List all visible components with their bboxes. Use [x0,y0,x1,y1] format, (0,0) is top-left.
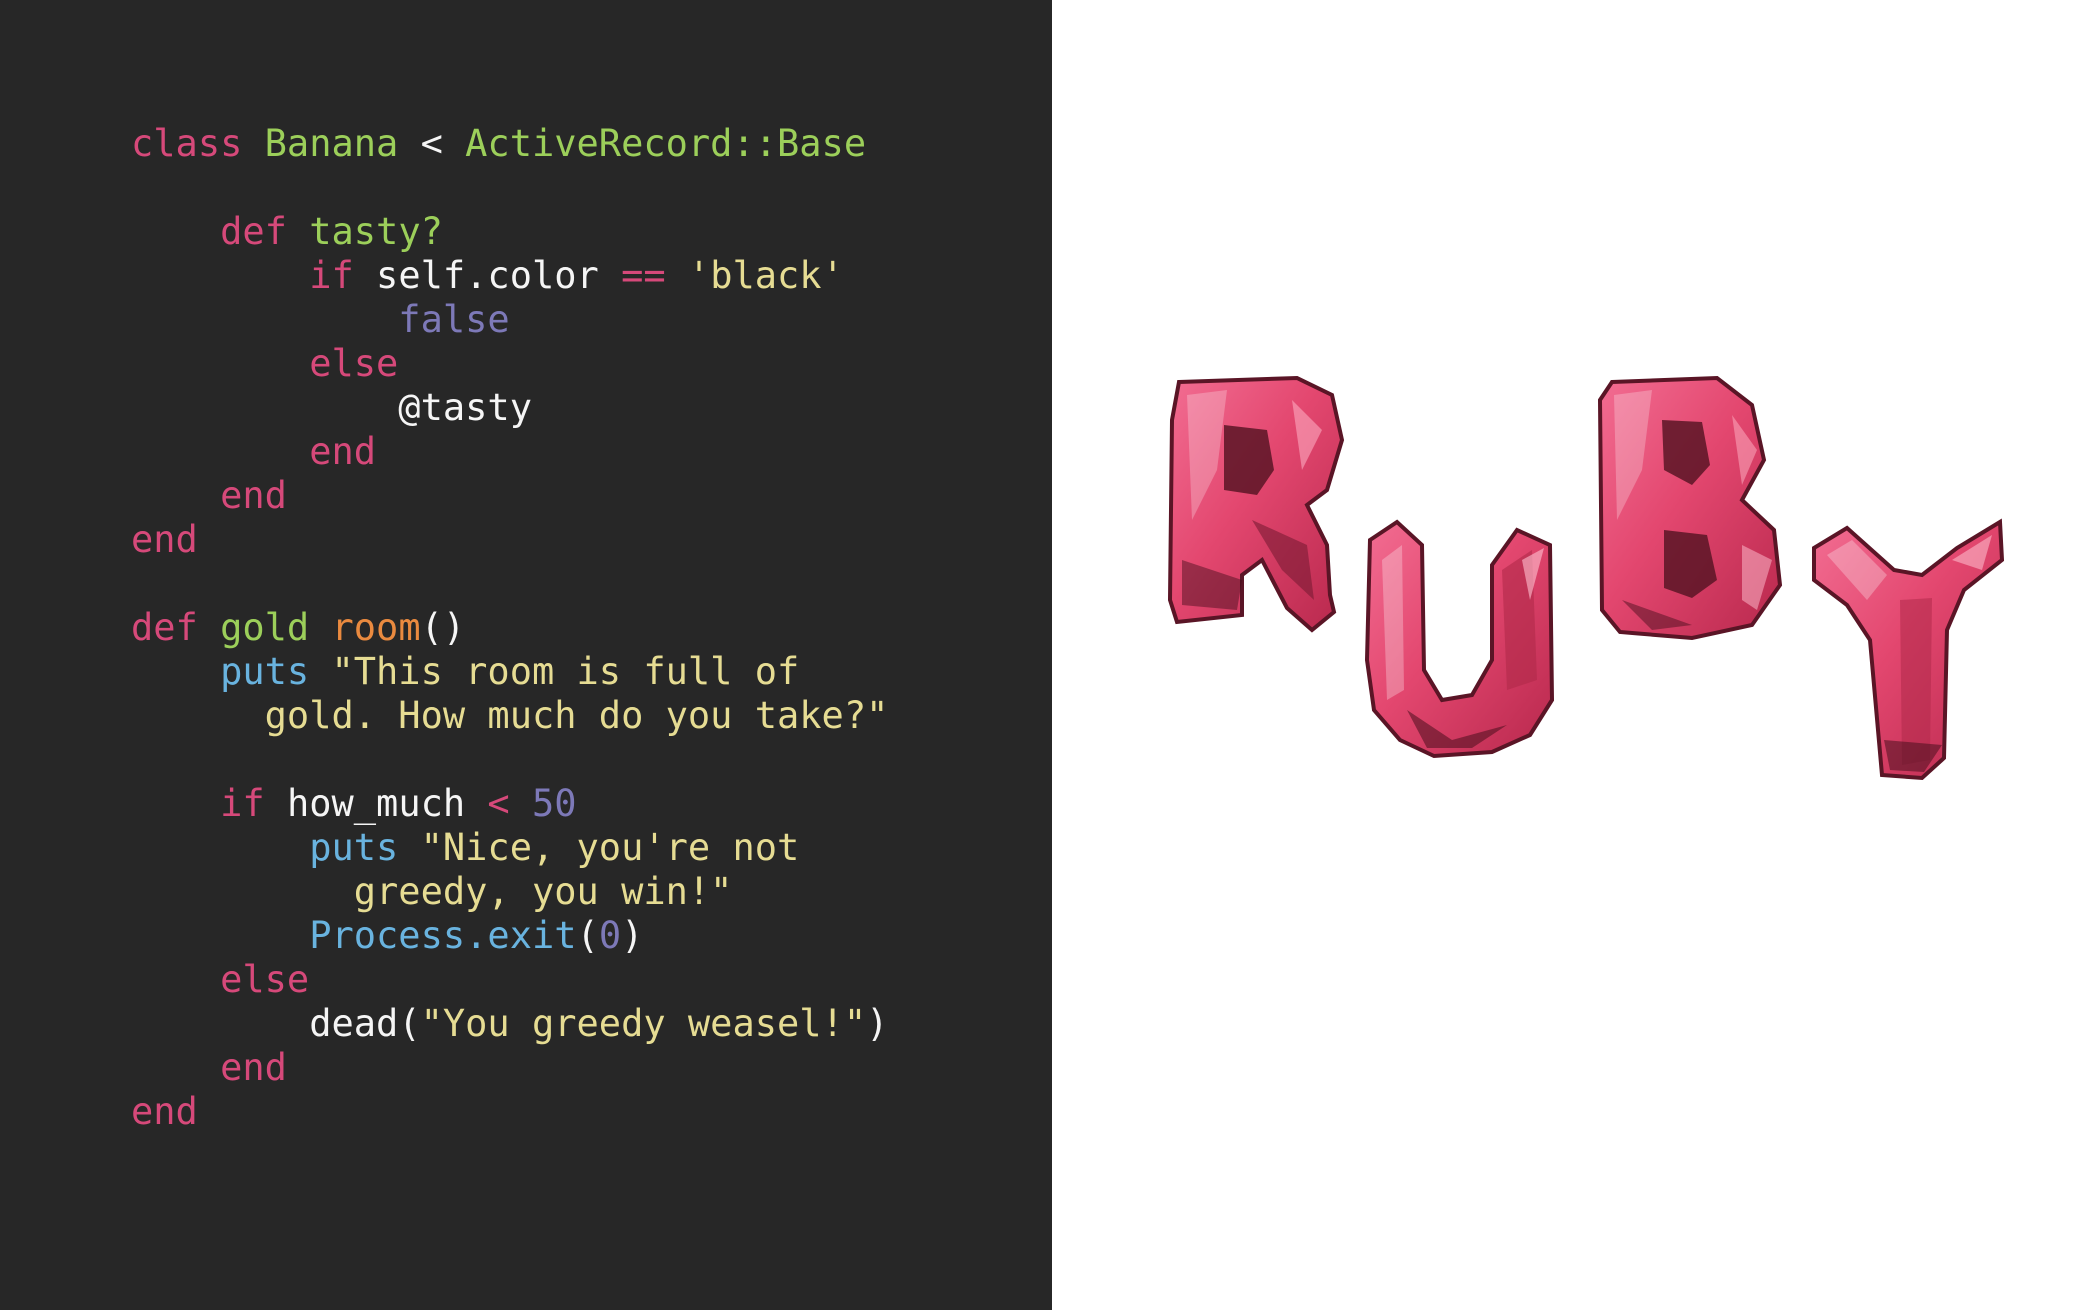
code-line: else [131,342,888,386]
code-token-string: 'black' [665,254,844,297]
code-token-string: "Nice, you're not [420,826,800,869]
code-token-constant: 0 [598,914,622,957]
code-token-string: gold. How much do you take?" [131,694,889,737]
code-line: puts "Nice, you're not [131,826,888,870]
code-line: class Banana < ActiveRecord::Base [131,122,888,166]
code-line: gold. How much do you take?" [131,694,889,738]
code-line: def tasty? [131,210,888,254]
code-line: end [131,518,888,562]
code-token-keyword: if [131,782,287,825]
code-token-builtin-method: Process.exit [131,914,577,957]
code-token-plain: self.color [376,254,622,297]
gem-letter-r [1167,375,1345,633]
gem-letter-y [1812,518,2005,781]
code-token-keyword: end [131,1090,198,1133]
code-token-class-name: tasty? [309,210,443,253]
code-token-method-name: room [331,606,421,649]
code-line: end [131,1046,888,1090]
code-line: end [131,474,888,518]
code-token-plain: dead [131,1002,399,1045]
code-token-constant: false [131,298,510,341]
code-token-string: greedy, you win!" [131,870,733,913]
gem-letter-u [1364,519,1555,759]
code-token-keyword: < [487,782,510,825]
code-token-plain: @tasty [131,386,532,429]
code-panel: class Banana < ActiveRecord::Base def ta… [0,0,1052,1310]
code-token-keyword: def [131,606,221,649]
code-token-keyword: end [131,518,198,561]
code-token-keyword: if [131,254,377,297]
ruby-gem-title [1167,375,2005,781]
code-line: puts "This room is full of [131,650,888,694]
code-line: if how_much < 50 [131,782,888,826]
code-token-keyword: end [131,474,287,517]
gem-letter-b [1597,375,1783,641]
code-token-plain: ( [398,1002,421,1045]
code-token-keyword: == [621,254,666,297]
code-line: dead("You greedy weasel!") [131,1002,888,1046]
code-line: else [131,958,888,1002]
code-line: end [131,430,888,474]
code-token-class-name: Banana [264,122,399,165]
code-token-class-name: ActiveRecord::Base [465,122,867,165]
code-token-string: "You greedy weasel!" [420,1002,867,1045]
code-token-keyword: class [131,122,265,165]
code-token-keyword: else [131,958,310,1001]
code-line: false [131,298,888,342]
code-token-keyword: end [131,1046,287,1089]
code-token-keyword: end [131,430,377,473]
code-token-builtin-method: puts [131,650,332,693]
code-token-plain: how_much [286,782,488,825]
code-token-class-name: gold [220,606,332,649]
code-token-constant: 50 [509,782,577,825]
code-token-keyword: else [131,342,399,385]
ruby-artwork-panel [1052,0,2100,1310]
code-token-builtin-method: puts [131,826,421,869]
code-token-plain: ) [866,1002,889,1045]
code-token-plain: < [398,122,466,165]
code-line: Process.exit(0) [131,914,888,958]
code-token-plain: () [420,606,466,649]
code-line: if self.color == 'black' [131,254,888,298]
code-token-keyword: def [131,210,310,253]
ruby-code-block: class Banana < ActiveRecord::Base def ta… [131,122,888,1134]
code-token-plain: ( [576,914,599,957]
code-token-plain: ) [621,914,644,957]
code-line: @tasty [131,386,888,430]
code-token-string: "This room is full of [331,650,800,693]
code-line: def gold room() [131,606,888,650]
code-line: end [131,1090,888,1134]
code-line: greedy, you win!" [131,870,888,914]
